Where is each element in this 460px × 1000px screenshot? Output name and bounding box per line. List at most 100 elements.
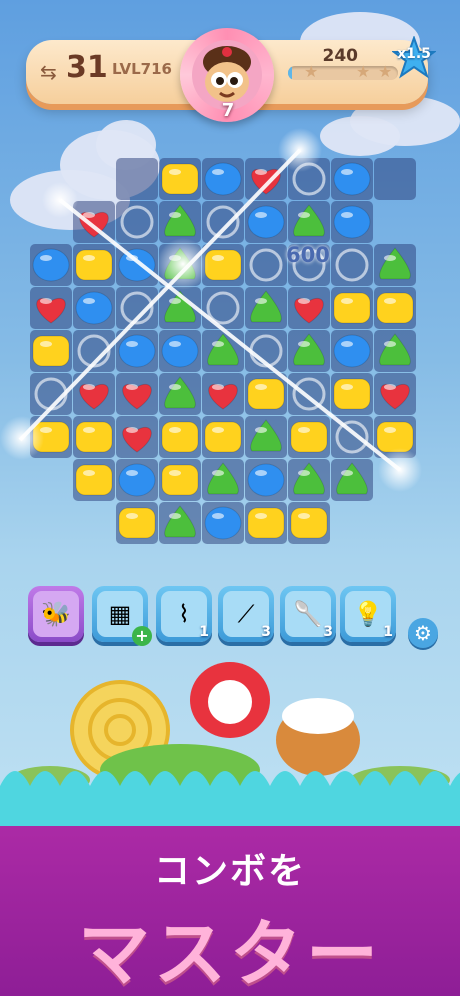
yellow-cake-candy[interactable] (376, 292, 414, 324)
blue-round-candy[interactable] (75, 291, 113, 325)
yellow-cake-candy[interactable] (204, 421, 242, 453)
yellow-cake-candy[interactable] (75, 249, 113, 281)
candy-highlight (384, 341, 396, 347)
yellow-cake-candy[interactable] (161, 421, 199, 453)
candy-highlight (298, 513, 310, 519)
yellow-cake-candy[interactable] (204, 249, 242, 281)
yellow-cake-candy[interactable] (290, 507, 328, 539)
booster-lightbulb[interactable]: 💡 1 (340, 586, 396, 642)
candy-highlight (255, 427, 267, 433)
yellow-cake-candy[interactable] (32, 335, 70, 367)
yellow-cake-candy[interactable] (290, 421, 328, 453)
candy-highlight (169, 513, 181, 519)
frosting-wave (0, 771, 460, 826)
booster-chocolate-bar[interactable]: ▦ + (92, 586, 152, 646)
caption-line-1: コンボを (153, 851, 306, 892)
booster-count: 3 (323, 624, 333, 640)
candy-highlight (83, 384, 95, 390)
yellow-cake-candy[interactable] (75, 421, 113, 453)
game-board[interactable] (0, 0, 460, 560)
blue-round-candy[interactable] (161, 334, 199, 368)
bee-box-icon: 🐝 (33, 591, 79, 637)
score-popup: 600 (286, 243, 330, 267)
yellow-cake-candy[interactable] (161, 163, 199, 195)
yellow-cake-candy[interactable] (333, 378, 371, 410)
candy-highlight (341, 169, 353, 175)
yellow-cake-candy[interactable] (161, 464, 199, 496)
yellow-cake-candy[interactable] (247, 507, 285, 539)
blue-round-candy[interactable] (118, 248, 156, 282)
yellow-cake-candy[interactable] (118, 507, 156, 539)
candy-highlight (83, 427, 95, 433)
candy-highlight (40, 427, 52, 433)
yellow-cake-candy[interactable] (247, 378, 285, 410)
candy-highlight (341, 298, 353, 304)
candy-highlight (126, 384, 138, 390)
blue-round-candy[interactable] (204, 162, 242, 196)
candy-highlight (126, 470, 138, 476)
blue-round-candy[interactable] (247, 205, 285, 239)
candy-highlight (255, 470, 267, 476)
booster-count: 1 (383, 624, 393, 640)
candy-highlight (83, 298, 95, 304)
candy-highlight (169, 341, 181, 347)
candy-highlight (40, 341, 52, 347)
candy-highlight (255, 298, 267, 304)
candy-highlight (384, 384, 396, 390)
candy-highlight (169, 212, 181, 218)
candy-highlight (83, 212, 95, 218)
candy-highlight (255, 513, 267, 519)
booster-count: 3 (261, 624, 271, 640)
blue-round-candy[interactable] (118, 334, 156, 368)
candy-highlight (255, 212, 267, 218)
candy-highlight (126, 341, 138, 347)
candy-highlight (212, 341, 224, 347)
candy-highlight (126, 513, 138, 519)
yellow-cake-candy[interactable] (376, 421, 414, 453)
booster-bee-box[interactable]: 🐝 (28, 586, 84, 642)
candy-highlight (169, 384, 181, 390)
yellow-cake-candy[interactable] (32, 421, 70, 453)
blue-round-candy[interactable] (333, 162, 371, 196)
candy-highlight (169, 470, 181, 476)
candy-highlight (341, 212, 353, 218)
board-cell[interactable] (116, 158, 158, 200)
booster-candy-stick[interactable]: ⟋ 3 (218, 586, 274, 642)
candy-highlight (212, 169, 224, 175)
candy-highlight (169, 255, 181, 261)
candy-highlight (298, 470, 310, 476)
candy-highlight (83, 255, 95, 261)
blue-round-candy[interactable] (333, 205, 371, 239)
board-cell[interactable] (374, 158, 416, 200)
candy-highlight (255, 384, 267, 390)
candy-highlight (126, 255, 138, 261)
blue-round-candy[interactable] (32, 248, 70, 282)
candy-highlight (384, 255, 396, 261)
candy-highlight (212, 470, 224, 476)
candy-highlight (341, 470, 353, 476)
candy-highlight (384, 298, 396, 304)
yellow-cake-candy[interactable] (75, 464, 113, 496)
candy-highlight (212, 255, 224, 261)
caption-line-2: マスター (77, 912, 382, 996)
candy-highlight (255, 169, 267, 175)
blue-round-candy[interactable] (247, 463, 285, 497)
candy-highlight (298, 427, 310, 433)
blue-round-candy[interactable] (333, 334, 371, 368)
candy-highlight (298, 298, 310, 304)
candy-highlight (169, 298, 181, 304)
booster-wooden-spoon[interactable]: 🥄 3 (280, 586, 336, 642)
candy-highlight (212, 513, 224, 519)
candy-highlight (169, 169, 181, 175)
booster-piping-bag[interactable]: ⌇ 1 (156, 586, 212, 642)
candy-highlight (40, 298, 52, 304)
candy-highlight (126, 427, 138, 433)
candy-highlight (212, 427, 224, 433)
blue-round-candy[interactable] (118, 463, 156, 497)
booster-count: 1 (199, 624, 209, 640)
yellow-cake-candy[interactable] (333, 292, 371, 324)
candy-highlight (298, 341, 310, 347)
board-canvas (30, 158, 416, 544)
candy-highlight (341, 384, 353, 390)
blue-round-candy[interactable] (204, 506, 242, 540)
